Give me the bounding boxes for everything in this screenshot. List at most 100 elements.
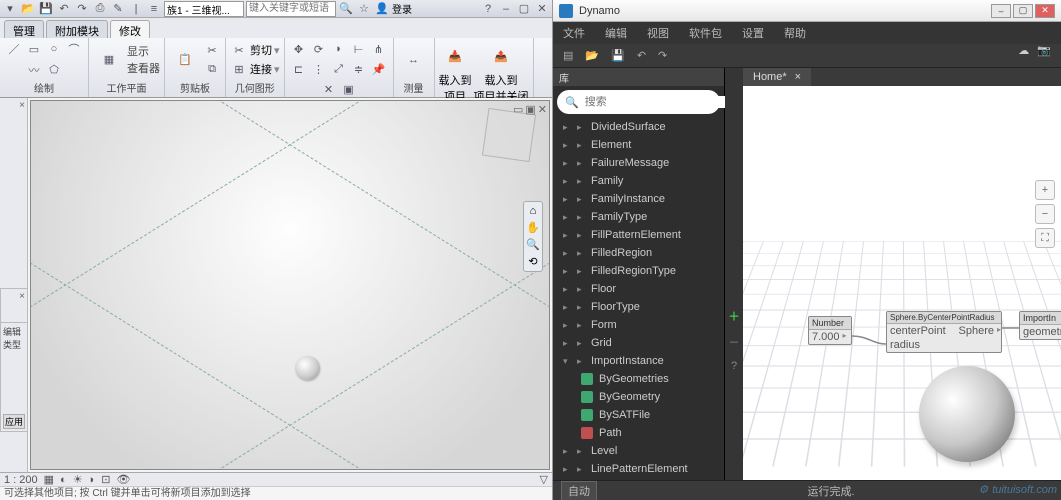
filter-icon[interactable]: ▽ [540,473,548,486]
mirror-icon[interactable]: ◗ [330,40,348,58]
polygon-icon[interactable]: ⬠ [45,61,63,79]
tree-item-filledregion[interactable]: ▸▸FilledRegion [553,244,724,262]
redo-icon[interactable]: ↷ [74,1,90,17]
view-close-icon[interactable]: ✕ [538,103,547,116]
align-icon[interactable]: ≑ [350,60,368,78]
open-icon[interactable]: 📂 [20,1,36,17]
tree-item-familytype[interactable]: ▸▸FamilyType [553,208,724,226]
panel-close-icon[interactable]: × [19,100,25,111]
show-button[interactable]: 显示 [127,43,160,59]
3d-view-canvas[interactable]: ⌂ ✋ 🔍 ⟲ ▭ ▣ ✕ [30,100,550,470]
user-icon[interactable]: 👤 [374,1,390,17]
view-min-icon[interactable]: ▭ [513,103,523,116]
tab-manage[interactable]: 管理 [4,20,44,38]
apply-button[interactable]: 应用 [3,414,25,429]
print-icon[interactable]: ⎙ [92,1,108,17]
rect-icon[interactable]: ▭ [25,40,43,58]
undo-icon[interactable]: ↶ [56,1,72,17]
orbit-icon[interactable]: ⟲ [528,255,537,268]
spline-icon[interactable]: 〰 [25,61,43,79]
tree-item-familyinstance[interactable]: ▸▸FamilyInstance [553,190,724,208]
circle-icon[interactable]: ○ [45,40,63,58]
search-icon[interactable]: 🔍 [338,1,354,17]
shadow-icon[interactable]: ◗ [89,474,96,486]
arc-icon[interactable]: ⌒ [65,40,83,58]
array-icon[interactable]: ⋮ [310,60,328,78]
search-input[interactable] [585,96,727,108]
close-button[interactable]: ✕ [1035,4,1055,18]
new-icon[interactable]: ▤ [563,49,573,62]
load-project-icon[interactable]: 📥 [439,40,471,72]
scale-icon[interactable]: ⤢ [330,60,348,78]
tree-item-importinstance[interactable]: ▾▸ImportInstance [553,352,724,370]
rotate-icon[interactable]: ⟳ [310,40,328,58]
workspace-canvas[interactable]: + − ⛶ Number 7.000 Sphere.ByCenterPointR… [743,86,1061,480]
tree-item-floor[interactable]: ▸▸Floor [553,280,724,298]
tree-item-grid[interactable]: ▸▸Grid [553,334,724,352]
tree-item-floortype[interactable]: ▸▸FloorType [553,298,724,316]
sun-icon[interactable]: ☀ [73,473,83,486]
split-icon[interactable]: ⋔ [370,40,388,58]
tree-item-fillpatternelement[interactable]: ▸▸FillPatternElement [553,226,724,244]
view-selector[interactable]: 族1 - 三维视... [164,1,244,17]
tab-addins[interactable]: 附加模块 [46,20,108,38]
zoom-icon[interactable]: 🔍 [526,238,540,251]
tree-item-family[interactable]: ▸▸Family [553,172,724,190]
dimension-icon[interactable]: ↔ [398,44,430,76]
tree-child-bygeometry[interactable]: ByGeometry [553,388,724,406]
app-menu-button[interactable]: ▾ [2,1,18,17]
search-field[interactable] [246,1,336,17]
tab-modify[interactable]: 修改 [110,20,150,38]
visual-style-icon[interactable]: ◐ [60,474,67,486]
minimize-button[interactable]: – [991,4,1011,18]
move-icon[interactable]: ✥ [290,40,308,58]
offset-icon[interactable]: ⊏ [290,60,308,78]
star-icon[interactable]: ☆ [356,1,372,17]
minimize-icon[interactable]: – [498,1,514,17]
viewer-button[interactable]: 查看器 [127,60,160,76]
tree-item-failuremessage[interactable]: ▸▸FailureMessage [553,154,724,172]
tree-item-level[interactable]: ▸▸Level [553,442,724,460]
view-max-icon[interactable]: ▣ [525,103,535,116]
detail-icon[interactable]: ▦ [44,473,54,486]
minus-icon[interactable]: － [729,334,740,350]
save-icon[interactable]: 💾 [611,49,625,62]
help-icon[interactable]: ? [731,360,737,372]
menu-packages[interactable]: 软件包 [689,25,722,41]
load-close-icon[interactable]: 📤 [485,40,517,72]
open-icon[interactable]: 📂 [585,49,599,62]
zoom-out-button[interactable]: − [1035,204,1055,224]
cut-clip-icon[interactable]: ✂ [203,41,221,59]
tree-item-dividedsurface[interactable]: ▸▸DividedSurface [553,118,724,136]
zoom-in-button[interactable]: + [1035,180,1055,200]
menu-file[interactable]: 文件 [563,25,585,41]
delete-icon[interactable]: ✕ [320,80,338,98]
viewcube[interactable] [482,108,536,162]
model-sphere[interactable] [296,356,320,380]
tree-child-path[interactable]: Path [553,424,724,442]
help-icon[interactable]: ? [480,1,496,17]
add-icon[interactable]: ＋ [729,308,740,324]
tree-item-form[interactable]: ▸▸Form [553,316,724,334]
workspace-tab-home[interactable]: Home* × [743,68,811,86]
login-link[interactable]: 登录 [392,1,412,16]
redo-icon[interactable]: ↷ [658,49,667,62]
node-sphere[interactable]: Sphere.ByCenterPointRadius centerPointSp… [886,311,1002,353]
menu-edit[interactable]: 编辑 [605,25,627,41]
cut-geo-icon[interactable]: ✂ [230,41,248,59]
camera-icon[interactable]: 📷 [1037,44,1051,57]
home-icon[interactable]: ⌂ [530,205,537,217]
group-icon[interactable]: ▣ [340,80,358,98]
hide-icon[interactable]: 👁 [116,473,130,486]
measure-icon[interactable]: ✎ [110,1,126,17]
tree-item-linepatternelement[interactable]: ▸▸LinePatternElement [553,460,724,478]
menu-view[interactable]: 视图 [647,25,669,41]
trim-icon[interactable]: ⊢ [350,40,368,58]
menu-help[interactable]: 帮助 [784,25,806,41]
join-geo-icon[interactable]: ⊞ [230,60,248,78]
close-icon[interactable]: ✕ [534,1,550,17]
panel-close-icon-2[interactable]: × [19,291,25,302]
fit-button[interactable]: ⛶ [1035,228,1055,248]
copy-clip-icon[interactable]: ⧉ [203,60,221,78]
run-mode[interactable]: 自动 [561,481,597,500]
